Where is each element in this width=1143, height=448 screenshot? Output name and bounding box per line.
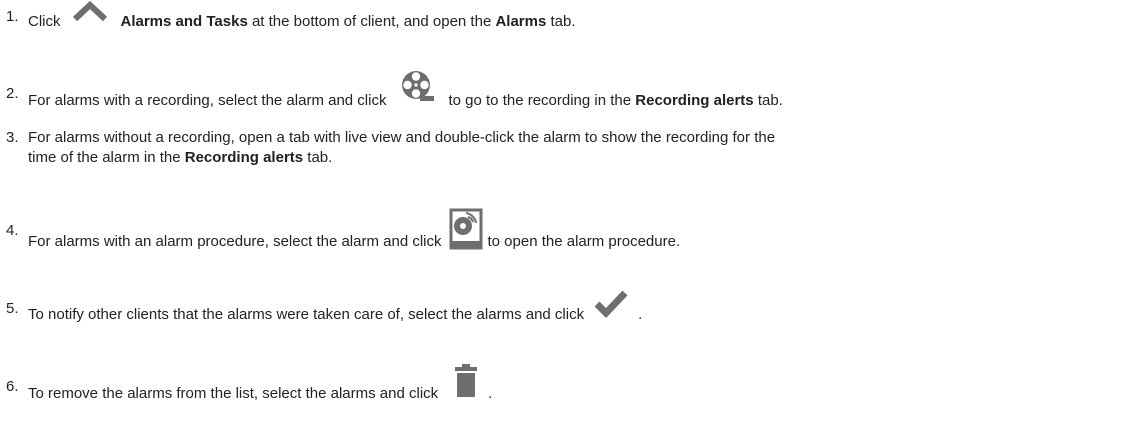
checkmark-icon: [592, 287, 630, 319]
step-text-line-2: time of the alarm in the Recording alert…: [28, 148, 332, 168]
step-text-part: To notify other clients that the alarms …: [28, 305, 585, 323]
step-text: To remove the alarms from the list, sele…: [28, 364, 493, 411]
ui-label-alarms-tab: Alarms: [495, 12, 547, 30]
trash-icon: [454, 364, 478, 398]
alarm-procedure-icon: [448, 208, 484, 250]
step-text-part: For alarms with an alarm procedure, sele…: [28, 232, 442, 250]
film-reel-icon: [400, 70, 436, 104]
step-text-part: at the bottom of client, and open the: [247, 12, 496, 30]
step-number: 6.: [6, 378, 19, 395]
ui-label-alarms-and-tasks: Alarms and Tasks: [120, 12, 248, 30]
step-text-part: tab.: [546, 12, 576, 30]
step-text-part: Click: [28, 12, 61, 30]
step-text: For alarms with a recording, select the …: [28, 71, 783, 118]
step-number: 1.: [6, 8, 19, 25]
chevron-up-icon: [67, 0, 113, 25]
step-text-part: To remove the alarms from the list, sele…: [28, 384, 439, 402]
step-text-part: time of the alarm in the: [28, 149, 185, 166]
step-number: 5.: [6, 300, 19, 317]
step-text-part: For alarms with a recording, select the …: [28, 91, 387, 109]
step-text-part: .: [488, 384, 493, 402]
step-text: To notify other clients that the alarms …: [28, 290, 643, 331]
step-number: 3.: [6, 129, 19, 146]
step-number: 2.: [6, 85, 19, 102]
step-text-part: to open the alarm procedure.: [487, 232, 681, 250]
ui-label-recording-alerts: Recording alerts: [635, 91, 754, 109]
step-text-part: tab.: [303, 149, 333, 166]
step-text: For alarms without a recording, open a t…: [28, 129, 776, 146]
step-number: 4.: [6, 222, 19, 239]
step-text: For alarms with an alarm procedure, sele…: [28, 208, 681, 263]
ui-label-recording-alerts: Recording alerts: [184, 149, 304, 166]
step-text-part: tab.: [753, 91, 783, 109]
step-text: Click Alarms and Tasks at the bottom of c…: [28, 0, 576, 37]
step-text-part: to go to the recording in the: [448, 91, 636, 109]
step-text-part: .: [638, 305, 643, 323]
